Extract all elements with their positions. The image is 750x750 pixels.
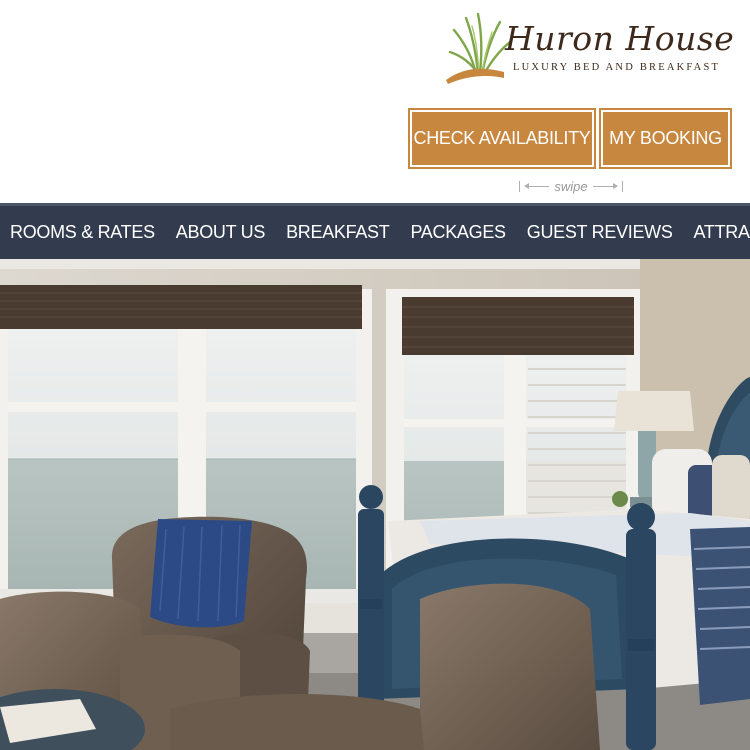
brand-name: Huron House <box>505 19 735 58</box>
nav-item-packages[interactable]: PACKAGES <box>399 222 515 243</box>
nav-item-rooms-rates[interactable]: ROOMS & RATES <box>0 222 165 243</box>
swipe-right-bar <box>621 180 623 192</box>
swipe-left-bar <box>519 180 521 192</box>
nav-item-attractions[interactable]: ATTRACTIONS <box>683 222 750 243</box>
nav-item-about-us[interactable]: ABOUT US <box>165 222 275 243</box>
brand-logo-text[interactable]: Huron House LUXURY BED AND BREAKFAST <box>505 19 735 74</box>
swipe-label: swipe <box>554 178 588 194</box>
site-header: Huron House LUXURY BED AND BREAKFAST CHE… <box>0 0 750 203</box>
check-availability-button[interactable]: CHECK AVAILABILITY <box>408 108 596 169</box>
my-booking-button[interactable]: MY BOOKING <box>599 108 732 169</box>
arrow-right-icon <box>592 182 618 189</box>
swipe-hint: swipe <box>517 178 625 194</box>
arrow-left-icon <box>524 182 550 189</box>
room-photo-icon <box>0 259 750 750</box>
main-nav: ROOMS & RATES ABOUT US BREAKFAST PACKAGE… <box>0 203 750 259</box>
nav-item-breakfast[interactable]: BREAKFAST <box>275 222 399 243</box>
hero-room-image <box>0 259 750 750</box>
nav-item-guest-reviews[interactable]: GUEST REVIEWS <box>516 222 683 243</box>
brand-tagline: LUXURY BED AND BREAKFAST <box>513 62 721 73</box>
